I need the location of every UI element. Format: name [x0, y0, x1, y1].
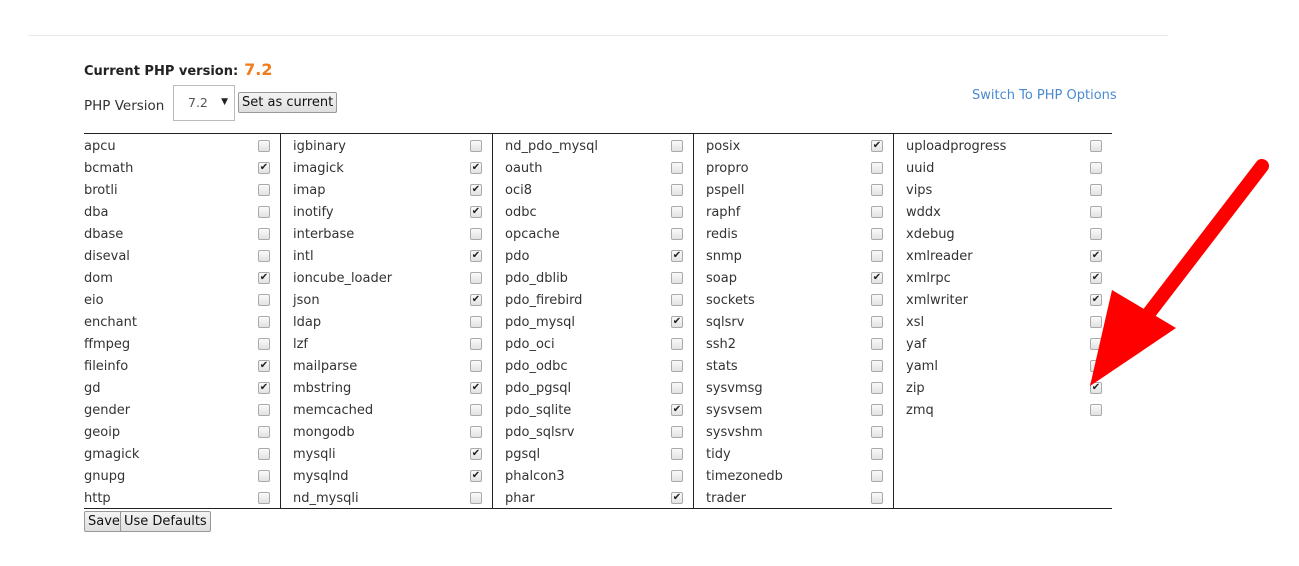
red-arrow-annotation	[1090, 159, 1269, 386]
